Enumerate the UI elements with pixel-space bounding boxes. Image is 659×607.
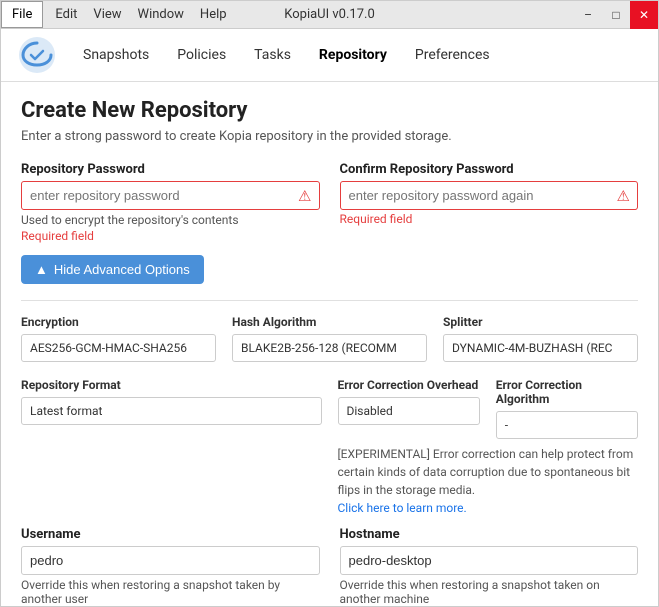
file-menu[interactable]: File	[1, 1, 43, 28]
repo-format-value[interactable]: Latest format	[21, 397, 322, 425]
hostname-helper: Override this when restoring a snapshot …	[340, 578, 639, 606]
error-correction-algorithm-value[interactable]: -	[496, 411, 638, 439]
encryption-row: Encryption AES256-GCM-HMAC-SHA256 Hash A…	[21, 315, 638, 362]
app-logo	[17, 35, 57, 75]
nav-bar: Snapshots Policies Tasks Repository Pref…	[1, 29, 658, 82]
encryption-label: Encryption	[21, 315, 216, 329]
error-correction-desc-text: [EXPERIMENTAL] Error correction can help…	[338, 447, 634, 497]
confirm-input[interactable]	[340, 181, 639, 210]
error-correction-overhead-group: Error Correction Overhead Disabled	[338, 378, 480, 439]
username-helper: Override this when restoring a snapshot …	[21, 578, 320, 606]
menu-view[interactable]: View	[85, 3, 129, 26]
error-correction-overhead-label: Error Correction Overhead	[338, 378, 480, 392]
confirm-required: Required field	[340, 212, 639, 226]
format-row: Repository Format Latest format Error Co…	[21, 378, 638, 517]
password-group: Repository Password ⚠ Used to encrypt th…	[21, 162, 320, 243]
maximize-button[interactable]: □	[602, 1, 630, 29]
learn-more-link[interactable]: Click here to learn more.	[338, 501, 467, 515]
password-error-icon: ⚠	[298, 187, 311, 205]
hide-advanced-button[interactable]: ▲ Hide Advanced Options	[21, 255, 204, 284]
page-subtitle: Enter a strong password to create Kopia …	[21, 129, 638, 144]
nav-repository[interactable]: Repository	[309, 41, 397, 69]
repo-format-label: Repository Format	[21, 378, 322, 392]
username-group: Username Override this when restoring a …	[21, 527, 320, 606]
password-helper: Used to encrypt the repository's content…	[21, 213, 320, 227]
encryption-group: Encryption AES256-GCM-HMAC-SHA256	[21, 315, 216, 362]
error-correction-algorithm-group: Error Correction Algorithm -	[496, 378, 638, 439]
username-label: Username	[21, 527, 320, 542]
encryption-value[interactable]: AES256-GCM-HMAC-SHA256	[21, 334, 216, 362]
minimize-button[interactable]: –	[574, 1, 602, 29]
confirm-group: Confirm Repository Password ⚠ Required f…	[340, 162, 639, 243]
advanced-btn-label: Hide Advanced Options	[54, 262, 190, 277]
password-input[interactable]	[21, 181, 320, 210]
password-row: Repository Password ⚠ Used to encrypt th…	[21, 162, 638, 243]
title-bar: File Edit View Window Help KopiaUI v0.17…	[1, 1, 658, 29]
main-content: Create New Repository Enter a strong pas…	[1, 82, 658, 606]
nav-tasks[interactable]: Tasks	[244, 41, 301, 69]
menu-window[interactable]: Window	[130, 3, 192, 26]
error-correction-overhead-value[interactable]: Disabled	[338, 397, 480, 425]
nav-snapshots[interactable]: Snapshots	[73, 41, 159, 69]
password-label: Repository Password	[21, 162, 320, 177]
hostname-input[interactable]	[340, 546, 639, 575]
page-title: Create New Repository	[21, 98, 638, 123]
window-title: KopiaUI v0.17.0	[284, 7, 375, 22]
hostname-label: Hostname	[340, 527, 639, 542]
menu-help[interactable]: Help	[192, 3, 235, 26]
repo-format-group: Repository Format Latest format	[21, 378, 322, 517]
confirm-error-icon: ⚠	[617, 187, 630, 205]
splitter-label: Splitter	[443, 315, 638, 329]
confirm-label: Confirm Repository Password	[340, 162, 639, 177]
nav-preferences[interactable]: Preferences	[405, 41, 500, 69]
close-button[interactable]: ✕	[630, 1, 658, 29]
password-required: Required field	[21, 229, 320, 243]
advanced-section: Encryption AES256-GCM-HMAC-SHA256 Hash A…	[21, 300, 638, 606]
hash-algorithm-group: Hash Algorithm BLAKE2B-256-128 (RECOMM	[232, 315, 427, 362]
username-input[interactable]	[21, 546, 320, 575]
hostname-group: Hostname Override this when restoring a …	[340, 527, 639, 606]
hash-algorithm-label: Hash Algorithm	[232, 315, 427, 329]
username-hostname-row: Username Override this when restoring a …	[21, 527, 638, 606]
nav-policies[interactable]: Policies	[167, 41, 236, 69]
chevron-up-icon: ▲	[35, 262, 48, 277]
splitter-value[interactable]: DYNAMIC-4M-BUZHASH (REC	[443, 334, 638, 362]
splitter-group: Splitter DYNAMIC-4M-BUZHASH (REC	[443, 315, 638, 362]
menu-edit[interactable]: Edit	[47, 3, 85, 26]
error-correction-algorithm-label: Error Correction Algorithm	[496, 378, 638, 406]
error-correction-desc: [EXPERIMENTAL] Error correction can help…	[338, 445, 639, 517]
hash-algorithm-value[interactable]: BLAKE2B-256-128 (RECOMM	[232, 334, 427, 362]
